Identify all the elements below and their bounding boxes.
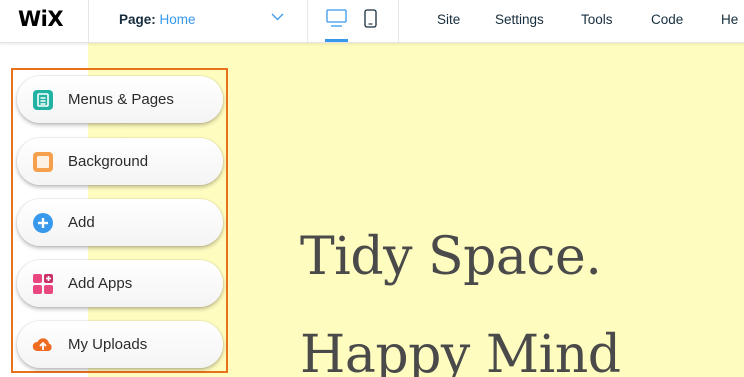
add-label: Add [68,214,95,231]
my-uploads-button[interactable]: My Uploads [17,321,223,368]
my-uploads-icon [32,338,52,351]
add-icon [33,213,53,233]
active-view-indicator [325,39,348,42]
menu-code[interactable]: Code [651,12,683,27]
divider [307,0,308,42]
wix-logo[interactable]: WiX [18,7,64,31]
mobile-view-icon[interactable] [364,9,377,29]
page-selector[interactable]: Page: Home [119,12,196,27]
page-selector-label: Page: [119,12,156,27]
page-selector-value: Home [159,12,196,27]
background-label: Background [68,153,149,170]
headline-line-1[interactable]: Tidy Space. [300,227,602,287]
menu-tools[interactable]: Tools [581,12,613,27]
chevron-down-icon[interactable] [271,13,284,21]
menus-pages-icon [33,90,53,110]
background-button[interactable]: Background [17,138,223,185]
headline-line-2[interactable]: Happy Mind [300,325,621,377]
add-apps-icon [33,274,53,294]
editor-top-bar: WiX Page: Home Site Settings Tools Code … [0,0,744,43]
divider [88,0,89,42]
menu-settings[interactable]: Settings [495,12,544,27]
my-uploads-label: My Uploads [68,336,148,353]
add-apps-label: Add Apps [68,275,133,292]
desktop-view-icon[interactable] [326,9,347,29]
add-apps-button[interactable]: Add Apps [17,260,223,307]
add-button[interactable]: Add [17,199,223,246]
menu-site[interactable]: Site [437,12,460,27]
menus-pages-button[interactable]: Menus & Pages [17,76,223,123]
background-icon [33,152,53,172]
menu-help[interactable]: He [721,12,738,27]
menus-pages-label: Menus & Pages [68,91,174,108]
divider [398,0,399,42]
